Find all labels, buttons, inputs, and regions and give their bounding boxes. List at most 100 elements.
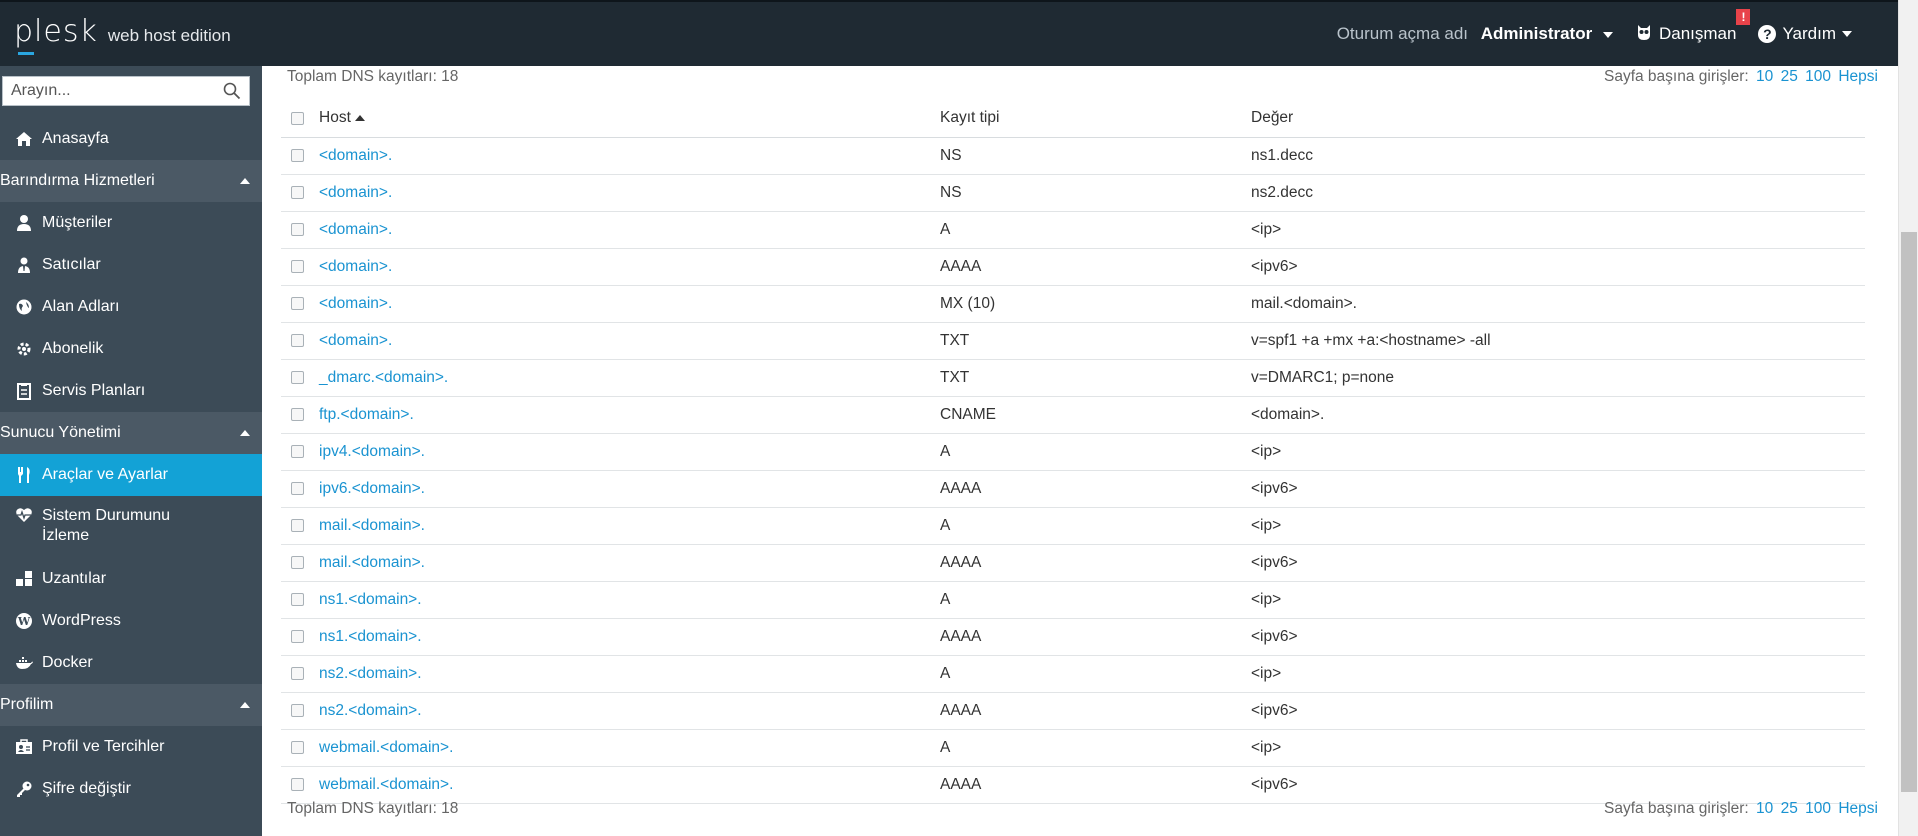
profile-icon xyxy=(12,738,36,756)
host-link[interactable]: ipv6.<domain>. xyxy=(319,480,425,497)
row-checkbox[interactable] xyxy=(291,777,304,791)
perpage-option-all[interactable]: Hepsi xyxy=(1838,68,1878,85)
sidebar-item-profil-ve-tercihler[interactable]: Profil ve Tercihler xyxy=(0,726,262,768)
sidebar-section-barindirma-hizmetleri[interactable]: Barındırma Hizmetleri xyxy=(0,160,262,202)
row-checkbox[interactable] xyxy=(291,370,304,384)
sidebar-item-wordpress[interactable]: W WordPress xyxy=(0,600,262,642)
perpage-option-100[interactable]: 100 xyxy=(1805,68,1831,85)
row-checkbox[interactable] xyxy=(291,555,304,569)
record-type-cell: A xyxy=(940,433,1251,471)
row-checkbox[interactable] xyxy=(291,703,304,717)
row-checkbox[interactable] xyxy=(291,740,304,754)
account-menu[interactable]: Oturum açma adı Administrator xyxy=(1337,24,1613,44)
sidebar-item-label: WordPress xyxy=(42,612,121,629)
row-checkbox[interactable] xyxy=(291,407,304,421)
record-type-cell: CNAME xyxy=(940,396,1251,434)
table-row: ftp.<domain>. CNAME <domain>. xyxy=(281,396,1865,434)
value-cell: <ipv6> xyxy=(1251,470,1865,508)
host-link[interactable]: ns2.<domain>. xyxy=(319,702,422,719)
sidebar-item-label: Uzantılar xyxy=(42,570,107,587)
row-checkbox[interactable] xyxy=(291,666,304,680)
table-row: ns2.<domain>. A <ip> xyxy=(281,655,1865,693)
host-link[interactable]: <domain>. xyxy=(319,221,392,238)
reseller-icon xyxy=(12,256,36,274)
plesk-logo[interactable]: plesk web host edition xyxy=(14,14,231,55)
row-checkbox[interactable] xyxy=(291,444,304,458)
perpage-option-10[interactable]: 10 xyxy=(1756,68,1773,85)
host-link[interactable]: mail.<domain>. xyxy=(319,554,425,571)
row-checkbox[interactable] xyxy=(291,629,304,643)
host-cell: mail.<domain>. xyxy=(319,544,940,582)
column-record-type[interactable]: Kayıt tipi xyxy=(940,100,1251,138)
host-link[interactable]: ns2.<domain>. xyxy=(319,665,422,682)
column-value[interactable]: Değer xyxy=(1251,100,1865,138)
row-checkbox[interactable] xyxy=(291,481,304,495)
perpage-option-100[interactable]: 100 xyxy=(1805,800,1831,817)
user-icon xyxy=(12,214,36,232)
host-link[interactable]: _dmarc.<domain>. xyxy=(319,369,448,386)
vertical-scrollbar[interactable] xyxy=(1898,0,1918,836)
row-checkbox[interactable] xyxy=(291,296,304,310)
sidebar-item-sistem-durumunu-izleme[interactable]: Sistem Durumunu İzleme xyxy=(0,496,262,558)
table-row: <domain>. AAAA <ipv6> xyxy=(281,248,1865,286)
record-value: <ipv6> xyxy=(1251,701,1298,719)
row-checkbox[interactable] xyxy=(291,259,304,273)
host-link[interactable]: <domain>. xyxy=(319,184,392,201)
host-cell: ns2.<domain>. xyxy=(319,655,940,693)
host-cell: <domain>. xyxy=(319,137,940,175)
row-checkbox[interactable] xyxy=(291,148,304,162)
sidebar-section-sunucu-yonetimi[interactable]: Sunucu Yönetimi xyxy=(0,412,262,454)
search-box xyxy=(2,76,250,106)
select-all-checkbox[interactable] xyxy=(291,111,304,125)
host-link[interactable]: <domain>. xyxy=(319,295,392,312)
row-checkbox[interactable] xyxy=(291,185,304,199)
row-checkbox[interactable] xyxy=(291,222,304,236)
sidebar-item-label: Servis Planları xyxy=(42,382,146,399)
perpage-option-25[interactable]: 25 xyxy=(1781,800,1798,817)
host-link[interactable]: webmail.<domain>. xyxy=(319,776,453,793)
sidebar-item-docker[interactable]: Docker xyxy=(0,642,262,684)
row-checkbox[interactable] xyxy=(291,333,304,347)
search-input[interactable] xyxy=(3,77,213,105)
perpage-option-all[interactable]: Hepsi xyxy=(1838,800,1878,817)
record-type-cell: NS xyxy=(940,137,1251,175)
record-type-cell: AAAA xyxy=(940,248,1251,286)
table-row: <domain>. NS ns2.decc xyxy=(281,174,1865,212)
sidebar-item-alan-adlari[interactable]: Alan Adları xyxy=(0,286,262,328)
host-link[interactable]: <domain>. xyxy=(319,258,392,275)
host-link[interactable]: <domain>. xyxy=(319,332,392,349)
column-host[interactable]: Host xyxy=(319,100,940,138)
host-link[interactable]: ns1.<domain>. xyxy=(319,628,422,645)
host-link[interactable]: ns1.<domain>. xyxy=(319,591,422,608)
total-records: Toplam DNS kayıtları: 18 xyxy=(287,68,459,85)
sidebar-item-servis-planlari[interactable]: Servis Planları xyxy=(0,370,262,412)
sidebar-item-uzantilar[interactable]: Uzantılar xyxy=(0,558,262,600)
sidebar-item-araclar-ve-ayarlar[interactable]: Araçlar ve Ayarlar xyxy=(0,454,262,496)
sidebar-item-sifre-degistir[interactable]: Şifre değiştir xyxy=(0,768,262,810)
host-link[interactable]: ipv4.<domain>. xyxy=(319,443,425,460)
perpage-option-25[interactable]: 25 xyxy=(1781,68,1798,85)
sidebar-item-musteriler[interactable]: Müşteriler xyxy=(0,202,262,244)
host-link[interactable]: ftp.<domain>. xyxy=(319,406,414,423)
sidebar-item-saticilar[interactable]: Satıcılar xyxy=(0,244,262,286)
scrollbar-thumb[interactable] xyxy=(1901,232,1917,792)
advisor-button[interactable]: Danışman ! xyxy=(1635,8,1751,46)
sidebar-section-profilim[interactable]: Profilim xyxy=(0,684,262,726)
collapse-icon xyxy=(240,702,250,708)
sidebar-item-anasayfa[interactable]: Anasayfa xyxy=(0,118,262,160)
perpage-option-10[interactable]: 10 xyxy=(1756,800,1773,817)
help-menu[interactable]: ? Yardım xyxy=(1758,24,1852,44)
row-select-cell xyxy=(281,359,319,397)
logo-text: plesk xyxy=(14,14,98,55)
row-checkbox[interactable] xyxy=(291,518,304,532)
host-link[interactable]: <domain>. xyxy=(319,147,392,164)
host-link[interactable]: mail.<domain>. xyxy=(319,517,425,534)
search-icon[interactable] xyxy=(223,82,241,100)
row-select-cell xyxy=(281,396,319,434)
value-cell: <ipv6> xyxy=(1251,544,1865,582)
value-cell: <ipv6> xyxy=(1251,692,1865,730)
sidebar-item-abonelik[interactable]: Abonelik xyxy=(0,328,262,370)
dns-records-table: Host Kayıt tipi Değer <domain>. NS ns1.dec… xyxy=(281,100,1865,804)
row-checkbox[interactable] xyxy=(291,592,304,606)
host-link[interactable]: webmail.<domain>. xyxy=(319,739,453,756)
